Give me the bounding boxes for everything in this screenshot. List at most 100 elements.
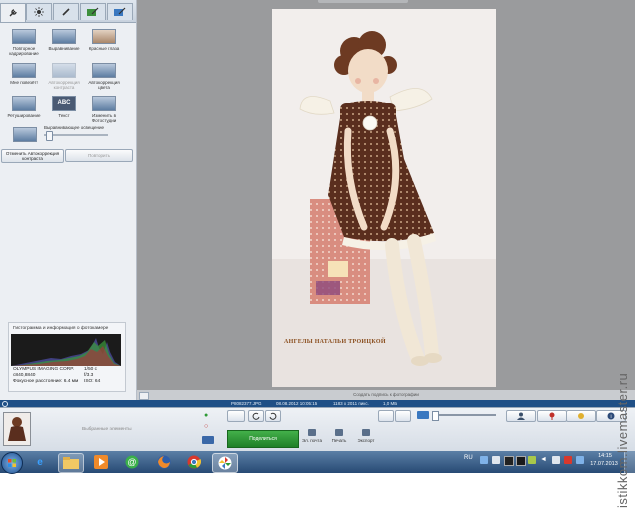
tab-basic-fixes[interactable] <box>0 3 26 22</box>
folder-icon <box>63 457 79 469</box>
map-pin-icon <box>549 412 555 420</box>
zoom-slider[interactable] <box>432 411 439 421</box>
photo-signature: АНГЕЛЫ НАТАЛЬИ ТРОИЦКОЙ <box>284 339 386 345</box>
info-dimensions: 1183 x 2011 пикс. <box>333 401 369 406</box>
auto-contrast-icon <box>52 63 76 78</box>
doll-thumbnail-icon <box>4 413 30 445</box>
tool-label: Изменить в Фотостудии <box>91 113 117 123</box>
fill-light-slider[interactable] <box>46 131 53 141</box>
info-filename: P8082377.JPG <box>231 401 262 406</box>
rotate-right-button[interactable] <box>265 410 281 422</box>
tray-app-icon-3[interactable] <box>528 456 536 464</box>
camera-model: OLYMPUS IMAGING CORP. <box>13 367 75 372</box>
crop-icon <box>12 29 36 44</box>
places-button[interactable] <box>537 410 567 422</box>
lucky-icon <box>12 63 36 78</box>
tool-feeling-lucky-button[interactable]: Мне повезёт! <box>3 63 45 85</box>
rotate-left-button[interactable] <box>248 410 264 422</box>
people-button[interactable] <box>506 410 536 422</box>
rotate-right-icon <box>269 412 277 420</box>
tray-app-icon-4[interactable] <box>552 456 560 464</box>
tilda-doll-photo <box>272 9 496 387</box>
share-button[interactable]: Поделиться <box>227 430 299 448</box>
hold-icon[interactable]: ● <box>204 412 212 420</box>
explorer-folder-icon[interactable] <box>58 453 84 473</box>
single-view-button[interactable] <box>378 410 394 422</box>
tab-tuning[interactable] <box>26 3 52 20</box>
tab-effects[interactable] <box>53 3 79 20</box>
fill-light-icon <box>13 127 37 142</box>
tool-label: Красные глаза <box>88 46 120 51</box>
eye-icon <box>92 29 116 44</box>
rotate-left-icon <box>252 412 260 420</box>
tool-auto-color-button[interactable]: Автокоррекция цвета <box>83 63 125 90</box>
agent-icon[interactable]: @ <box>120 453 144 471</box>
histogram-title: Гистограмма и информация о фотокамере <box>13 326 109 331</box>
effects-brush-blue-icon <box>114 7 126 16</box>
auto-color-icon <box>92 63 116 78</box>
selected-items-label: Выбранные элементы <box>82 427 132 432</box>
internet-explorer-icon[interactable]: e <box>28 453 52 471</box>
caption-field[interactable]: Создать подпись к фотографии <box>137 390 635 400</box>
export-label: Экспорт <box>357 438 375 443</box>
picasa-icon[interactable] <box>212 453 238 473</box>
tab-effects-3[interactable] <box>107 3 133 20</box>
export-button[interactable]: Экспорт <box>352 429 380 443</box>
tool-text-button[interactable]: ABC Текст <box>43 96 85 118</box>
firefox-logo-icon <box>157 455 171 469</box>
tray-app-icon-6[interactable] <box>576 456 584 464</box>
tray-app-icon-1[interactable] <box>504 456 514 466</box>
media-player-icon[interactable] <box>89 453 113 471</box>
selected-thumbnail[interactable] <box>3 412 31 446</box>
play-icon <box>94 455 108 469</box>
tool-label: Текст <box>58 113 70 118</box>
tray-app-icon-5[interactable] <box>564 456 572 464</box>
printer-icon <box>335 429 343 436</box>
email-icon <box>308 429 316 436</box>
fill-light-track <box>44 134 108 136</box>
straighten-icon <box>52 29 76 44</box>
undo-button[interactable]: Отменить Автокоррекция контраста <box>1 149 64 163</box>
language-indicator[interactable]: RU <box>464 455 473 461</box>
tool-auto-contrast-button[interactable]: Автокоррекция контраста <box>43 63 85 90</box>
exposure: 1/50 с <box>84 367 98 372</box>
firefox-icon[interactable] <box>152 453 176 471</box>
email-button[interactable]: Эл. почта <box>298 429 326 443</box>
compare-view-button[interactable] <box>395 410 411 422</box>
tool-retouch-button[interactable]: Ретуширование <box>3 96 45 118</box>
caption-toggle-icon[interactable] <box>139 392 149 400</box>
print-button[interactable]: Печать <box>325 429 353 443</box>
tool-label: Выравнивание <box>48 46 80 51</box>
email-label: Эл. почта <box>302 438 322 443</box>
info-filesize: 1,0 МБ <box>383 401 398 406</box>
aperture: f/3.3 <box>84 373 94 378</box>
tool-edit-studio-button[interactable]: Изменить в Фотостудии <box>83 96 125 123</box>
fill-light-label: Выравнивающее освещение <box>44 125 105 130</box>
chrome-icon[interactable] <box>182 453 206 471</box>
tool-crop-button[interactable]: Повторное кадрирование <box>3 29 45 56</box>
tags-button[interactable] <box>566 410 596 422</box>
tray-help-icon[interactable] <box>480 456 488 464</box>
svg-text:@: @ <box>127 457 136 467</box>
redo-button[interactable]: Повторить <box>65 149 133 162</box>
tray-app-icon-2[interactable] <box>516 456 526 466</box>
tool-straighten-button[interactable]: Выравнивание <box>43 29 85 51</box>
info-datetime: 08.08.2012 10:05:15 <box>276 401 318 406</box>
at-sign-icon: @ <box>125 455 139 469</box>
camera-sub-model: c840,8840 <box>13 373 36 378</box>
brush-icon <box>62 8 70 16</box>
volume-icon[interactable]: ◄ <box>540 456 548 464</box>
start-button[interactable] <box>1 452 23 474</box>
add-to-album-icon[interactable] <box>202 436 214 444</box>
tab-effects-2[interactable] <box>80 3 106 20</box>
photo-image[interactable]: АНГЕЛЫ НАТАЛЬИ ТРОИЦКОЙ <box>272 9 496 387</box>
histogram-chart <box>11 334 121 366</box>
tool-redeye-button[interactable]: Красные глаза <box>83 29 125 51</box>
chrome-logo-icon <box>187 455 201 469</box>
clear-icon[interactable]: ○ <box>204 423 212 431</box>
star-button[interactable] <box>227 410 245 422</box>
print-label: Печать <box>331 438 347 443</box>
tool-label: Автокоррекция контраста <box>48 80 80 90</box>
person-icon <box>517 412 525 420</box>
tray-network-icon[interactable] <box>492 456 500 464</box>
